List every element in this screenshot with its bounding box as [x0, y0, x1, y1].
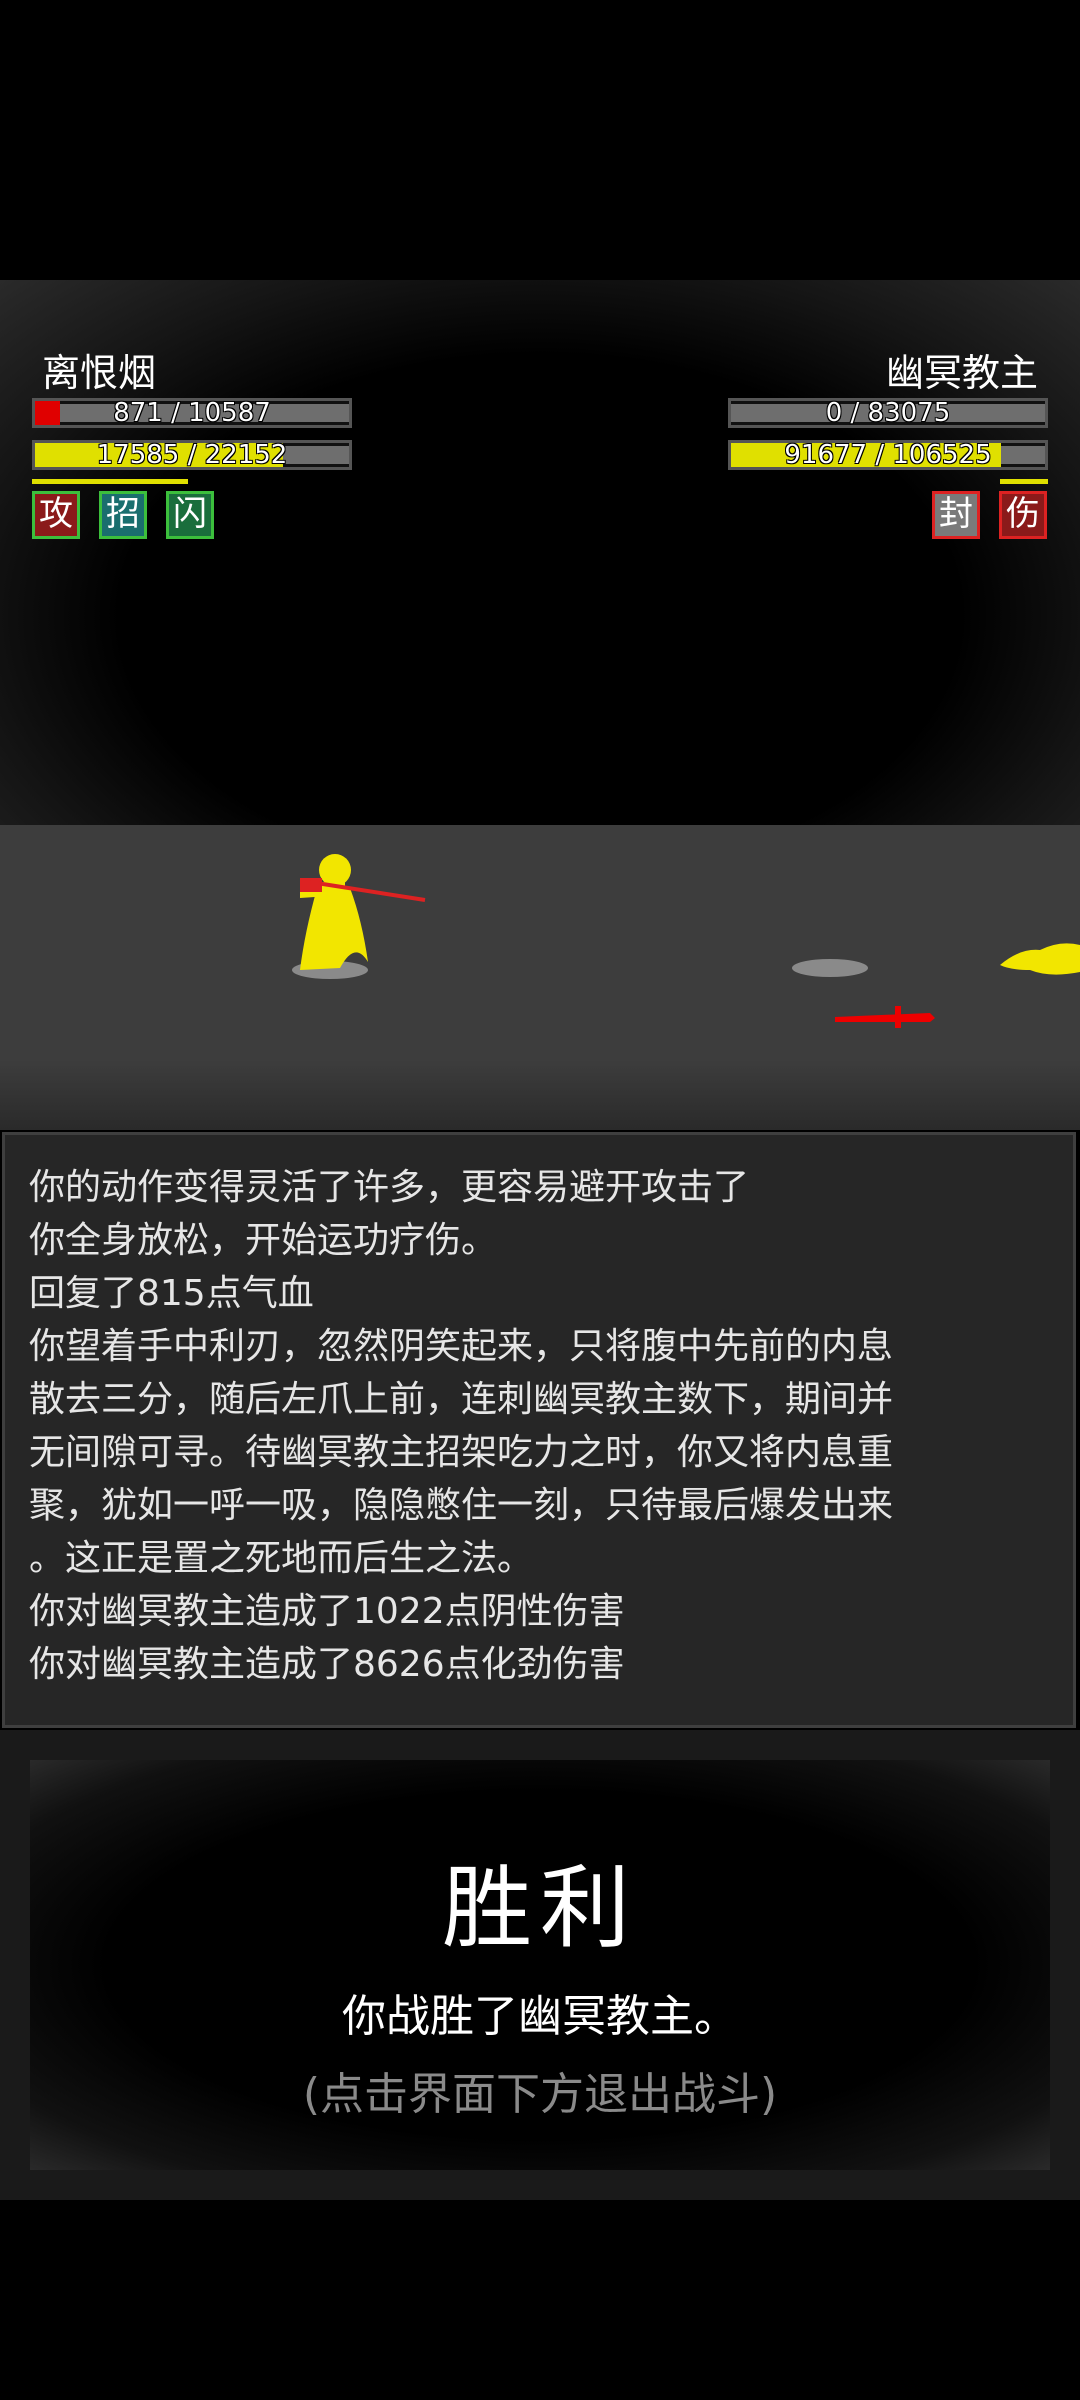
log-line: 无间隙可寻。待幽冥教主招架吃力之时，你又将内息重	[29, 1432, 894, 1473]
log-line: 聚，犹如一呼一吸，隐隐憋住一刻，只待最后爆发出来	[29, 1485, 894, 1526]
exit-battle-hint[interactable]: (点击界面下方退出战斗)	[0, 2058, 1080, 2122]
log-line: 散去三分，随后左爪上前，连刺幽冥教主数下，期间并	[29, 1379, 894, 1420]
log-line: 你望着手中利刃，忽然阴笑起来，只将腹中先前的内息	[29, 1326, 894, 1367]
log-line: 你对幽冥教主造成了1022点阴性伤害	[29, 1591, 625, 1632]
enemy-shadow	[792, 959, 868, 977]
bottom-letterbox[interactable]	[0, 2200, 1080, 2400]
log-line: 你全身放松，开始运功疗伤。	[29, 1220, 498, 1261]
log-line: 回复了815点气血	[29, 1273, 314, 1314]
battle-log[interactable]: 你的动作变得灵活了许多，更容易避开攻击了 你全身放松，开始运功疗伤。 回复了815点…	[2, 1132, 1076, 1728]
dropped-weapon-icon	[835, 1006, 935, 1028]
log-line: 。这正是置之死地而后生之法。	[29, 1538, 534, 1579]
fallen-enemy-icon	[1000, 943, 1080, 975]
victory-title: 胜利	[442, 1856, 638, 1961]
victory-message: 你战胜了幽冥教主。	[342, 1991, 738, 2042]
top-letterbox	[0, 0, 1080, 280]
log-line: 你对幽冥教主造成了8626点化劲伤害	[29, 1644, 625, 1685]
battle-scene[interactable]: 离恨烟 871 / 10587 17585 / 22152 攻招闪 幽冥教主 0…	[0, 280, 1080, 1130]
log-line: 你的动作变得灵活了许多，更容易避开攻击了	[29, 1167, 750, 1208]
player-figure-icon	[300, 854, 426, 970]
result-panel[interactable]	[0, 1730, 1080, 2200]
battle-figures	[292, 854, 1080, 1028]
